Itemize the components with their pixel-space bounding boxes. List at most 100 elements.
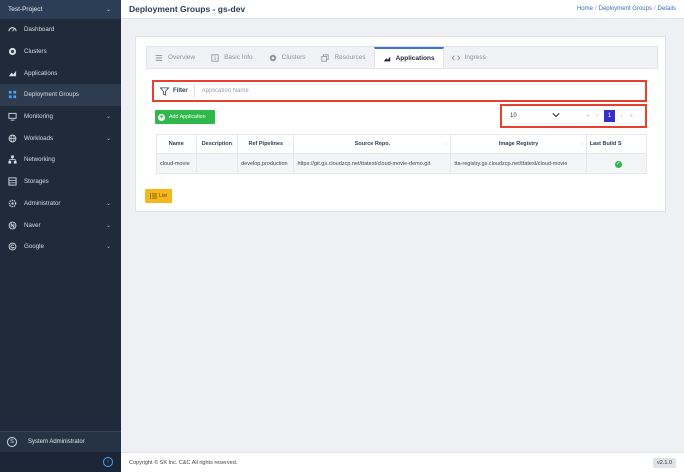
pagination-bar: 10 « ‹ 1 › » (500, 104, 647, 128)
cell-name[interactable]: cloud-movie (157, 154, 197, 173)
user-avatar-icon: S (7, 437, 17, 447)
tab-basic-info[interactable]: Basic Info (203, 47, 261, 68)
chevron-down-icon: ⌄ (105, 7, 111, 13)
deployment-groups-icon (7, 89, 18, 100)
first-page-button[interactable]: « (583, 111, 593, 122)
cell-last-build-status: ✓ (587, 154, 646, 173)
chevron-down-icon: ⌄ (105, 114, 111, 121)
sidebar-item-clusters[interactable]: Clusters (0, 41, 121, 63)
workloads-icon (7, 133, 18, 144)
tab-label: Clusters (281, 54, 306, 61)
next-page-button[interactable]: › (617, 111, 627, 122)
page-size-select[interactable]: 10 (510, 109, 564, 123)
resources-icon (321, 53, 330, 62)
applications-icon (7, 68, 18, 79)
project-name: Test-Project (8, 6, 43, 13)
sidebar-item-workloads[interactable]: Workloads ⌄ (0, 127, 121, 149)
sort-icon: ↕ (580, 141, 583, 147)
cell-ref-pipelines: develop,production (238, 154, 295, 173)
google-icon (7, 241, 18, 252)
tab-label: Applications (395, 55, 435, 62)
pager: « ‹ 1 › » (583, 110, 636, 122)
sidebar-item-naver[interactable]: Naver ⌄ (0, 214, 121, 236)
tab-applications[interactable]: Applications (373, 47, 444, 68)
sidebar-item-deployment-groups[interactable]: Deployment Groups (0, 84, 121, 106)
page-1-button[interactable]: 1 (604, 110, 615, 122)
sidebar-item-networking[interactable]: Networking (0, 149, 121, 171)
sidebar-item-google[interactable]: Google ⌄ (0, 236, 121, 258)
sidebar-item-label: Administrator (24, 199, 61, 207)
clusters-tab-icon (269, 54, 277, 62)
ingress-icon (451, 54, 460, 62)
project-selector[interactable]: Test-Project ⌄ (0, 0, 121, 19)
filter-icon (160, 86, 169, 96)
chevron-down-icon: ⌄ (105, 244, 111, 251)
list-label: List (159, 193, 167, 199)
sidebar-item-label: Dashboard (24, 26, 55, 34)
cell-source-repo: https://git.gs.cloudzcp.net/ttatest/clou… (294, 154, 452, 173)
sidebar-item-label: Naver (24, 221, 41, 229)
tab-overview[interactable]: Overview (147, 47, 203, 68)
column-header-ref-pipelines[interactable]: Ref Pipelines ↕ (238, 135, 295, 153)
sidebar-item-applications[interactable]: Applications (0, 62, 121, 84)
applications-table: Name Description ↕ Ref Pipelines ↕ Source … (156, 134, 647, 174)
sidebar-item-label: Google (24, 243, 44, 251)
tab-label: Basic Info (224, 54, 253, 61)
tab-resources[interactable]: Resources (313, 47, 373, 68)
sort-icon: ↕ (287, 141, 291, 147)
tab-ingress[interactable]: Ingress (444, 47, 494, 68)
column-header-image-registry[interactable]: Image Registry ↕ (451, 135, 587, 153)
sidebar-item-administrator[interactable]: Administrator ⌄ (0, 193, 121, 215)
breadcrumb-home[interactable]: Home (577, 6, 593, 12)
sidebar-item-dashboard[interactable]: Dashboard (0, 19, 121, 41)
sidebar-item-monitoring[interactable]: Monitoring ⌄ (0, 106, 121, 128)
page-title: Deployment Groups - gs-dev (129, 4, 246, 14)
column-header-last-build-status[interactable]: Last Build S (587, 135, 646, 153)
sidebar-item-storages[interactable]: Storages (0, 171, 121, 193)
chevron-down-icon: ⌄ (105, 222, 111, 229)
filter-bar: Filter (152, 80, 647, 102)
detail-tabs: Overview Basic Info Clusters Resources A… (146, 46, 658, 69)
prev-page-button[interactable]: ‹ (593, 111, 603, 122)
column-header-source-repo[interactable]: Source Repo. ↕ (294, 135, 452, 153)
page-size-value: 10 (510, 113, 517, 119)
sort-icon: ↕ (231, 141, 235, 147)
admin-gear-icon (7, 198, 18, 209)
sidebar-item-label: Deployment Groups (24, 91, 80, 99)
sidebar-footer: ‹ (0, 452, 121, 472)
filter-button[interactable]: Filter (160, 84, 195, 98)
list-button[interactable]: List (145, 189, 172, 203)
last-page-button[interactable]: » (627, 111, 637, 122)
cell-description (197, 154, 239, 173)
sidebar-item-label: Monitoring (24, 113, 53, 121)
table-header-row: Name Description ↕ Ref Pipelines ↕ Source … (157, 135, 646, 154)
application-name-filter-input[interactable] (201, 88, 502, 94)
page-header: Deployment Groups - gs-dev Home / Deployme… (121, 0, 684, 19)
page-footer: Copyright © SK Inc. C&C All rights reser… (121, 452, 684, 472)
user-profile[interactable]: S System Administrator (0, 431, 121, 452)
sidebar-item-label: Workloads (24, 134, 54, 142)
sidebar-item-label: Storages (24, 178, 49, 186)
cell-image-registry: tta-registry.gs.cloudzcp.net/ttatest/clo… (451, 154, 587, 173)
networking-icon (7, 154, 18, 165)
table-row[interactable]: cloud-movie develop,production https://g… (157, 154, 646, 173)
overview-icon (155, 54, 163, 62)
chevron-down-icon: ⌄ (105, 200, 111, 207)
collapse-sidebar-icon[interactable]: ‹ (103, 457, 113, 467)
storage-icon (7, 176, 18, 187)
sidebar-item-label: Clusters (24, 48, 47, 56)
sort-icon: ↕ (444, 141, 448, 147)
sidebar-nav: Dashboard Clusters Applications Deployme… (0, 19, 121, 258)
list-icon (150, 193, 158, 199)
breadcrumb: Home / Deployment Groups / Details (576, 6, 676, 12)
tab-clusters[interactable]: Clusters (261, 47, 314, 68)
breadcrumb-deployment-groups[interactable]: Deployment Groups (599, 6, 652, 12)
column-header-name[interactable]: Name (157, 135, 197, 153)
version-badge: v2.1.0 (653, 457, 676, 468)
copyright-text: Copyright © SK Inc. C&C All rights reser… (129, 459, 238, 466)
tab-label: Overview (168, 54, 196, 61)
basic-info-icon (211, 53, 219, 62)
add-application-button[interactable]: + Add Application (155, 110, 215, 124)
filter-label: Filter (173, 88, 188, 94)
column-header-description[interactable]: Description ↕ (197, 135, 239, 153)
